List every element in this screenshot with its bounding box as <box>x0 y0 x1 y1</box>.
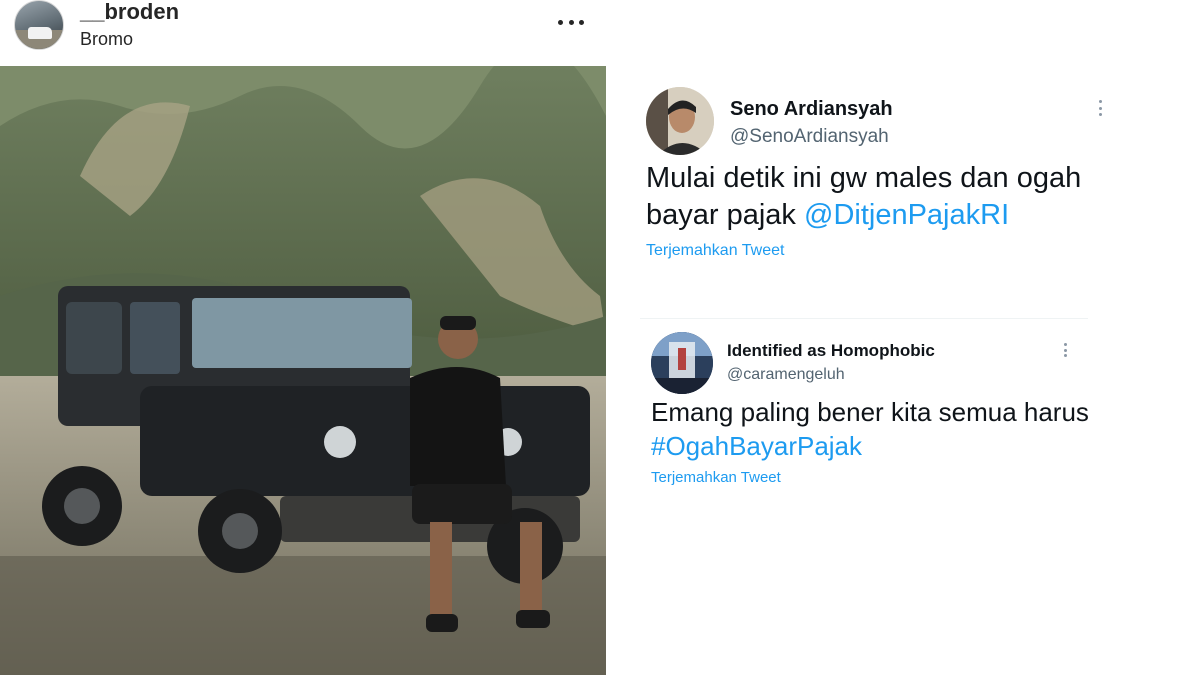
tweet-author-handle[interactable]: @SenoArdiansyah <box>730 126 889 148</box>
tweet: Seno Ardiansyah @SenoArdiansyah Mulai de… <box>606 66 1200 318</box>
translate-tweet-link[interactable]: Terjemahkan Tweet <box>651 469 781 486</box>
tweet-text: Mulai detik ini gw males dan ogah bayar … <box>646 160 1126 234</box>
instagram-post: __broden Bromo <box>0 0 606 675</box>
tweet-author-name[interactable]: Seno Ardiansyah <box>730 98 893 121</box>
more-vertical-icon[interactable] <box>1062 343 1068 357</box>
tweet-author-handle[interactable]: @caramengeluh <box>727 366 845 384</box>
tweet-text: Emang paling bener kita semua harus #Oga… <box>651 395 1131 463</box>
tweet-author-name[interactable]: Identified as Homophobic <box>727 341 935 361</box>
tweet-mention-link[interactable]: @DitjenPajakRI <box>804 199 1009 231</box>
tweet: Identified as Homophobic @caramengeluh E… <box>606 318 1200 518</box>
avatar[interactable] <box>646 87 714 155</box>
more-horizontal-icon[interactable] <box>554 10 588 34</box>
post-location[interactable]: Bromo <box>80 28 133 50</box>
post-photo <box>0 66 606 675</box>
translate-tweet-link[interactable]: Terjemahkan Tweet <box>646 242 784 260</box>
more-vertical-icon[interactable] <box>1097 100 1103 116</box>
avatar[interactable] <box>651 332 713 394</box>
post-username[interactable]: __broden <box>80 0 179 24</box>
post-header: __broden Bromo <box>0 0 606 66</box>
avatar[interactable] <box>14 0 64 50</box>
tweet-hashtag-link[interactable]: #OgahBayarPajak <box>651 431 862 461</box>
tweet-body: Emang paling bener kita semua harus <box>651 397 1089 427</box>
